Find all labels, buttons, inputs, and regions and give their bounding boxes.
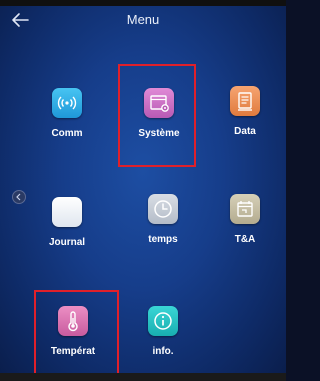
wireless-signal-icon	[52, 88, 82, 118]
app-comm[interactable]: Comm	[32, 88, 102, 164]
highlight-box-systeme	[118, 64, 196, 167]
chevron-left-icon	[16, 193, 21, 201]
app-ta[interactable]: T&A	[210, 194, 280, 270]
blank-tile-icon	[52, 197, 82, 227]
bezel-bottom	[0, 373, 286, 381]
app-label: info.	[152, 346, 174, 357]
app-data[interactable]: Data	[210, 86, 280, 162]
app-info[interactable]: info.	[128, 306, 198, 381]
clock-icon	[148, 194, 178, 224]
app-label: Comm	[51, 128, 83, 139]
app-journal[interactable]: Journal	[32, 197, 102, 273]
highlight-box-temperature	[34, 290, 119, 375]
document-icon	[230, 86, 260, 116]
app-label: T&A	[234, 234, 256, 245]
app-label: Data	[234, 126, 256, 137]
page-title: Menu	[126, 12, 160, 27]
calendar-icon	[230, 194, 260, 224]
header-bar: Menu	[0, 6, 286, 36]
info-icon	[148, 306, 178, 336]
app-temps[interactable]: temps	[128, 194, 198, 270]
app-label: Journal	[48, 237, 86, 248]
device-screen: Menu Comm Système Data Journal temps T&A…	[0, 0, 286, 381]
app-label: temps	[148, 234, 178, 245]
page-prev-button[interactable]	[12, 190, 26, 204]
